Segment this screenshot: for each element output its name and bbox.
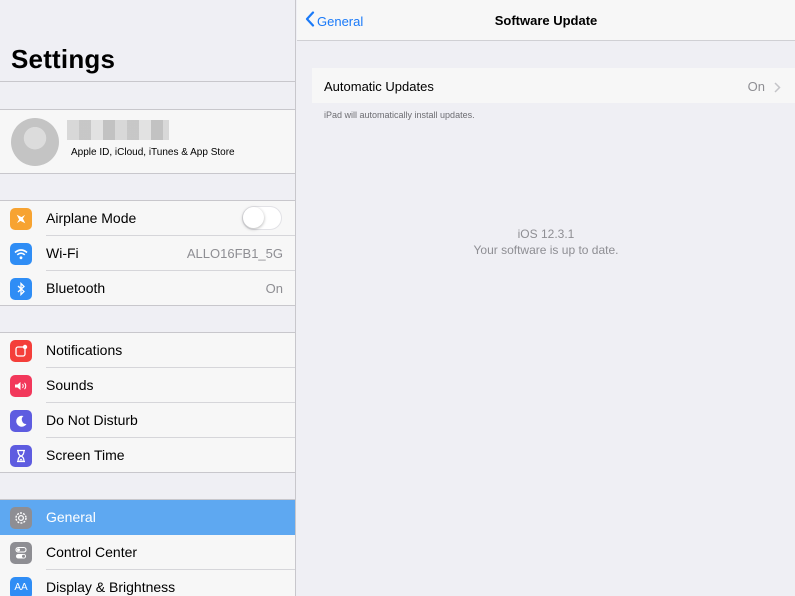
- airplane-icon: [10, 208, 32, 230]
- display-icon: AA: [10, 577, 32, 596]
- bluetooth-icon: [10, 278, 32, 300]
- sidebar-item-label: General: [46, 509, 96, 525]
- airplane-mode-toggle[interactable]: [242, 206, 282, 230]
- notifications-icon: [10, 340, 32, 362]
- connectivity-group: Airplane Mode Wi-Fi ALLO16FB1_5G Bluetoo…: [0, 201, 295, 306]
- automatic-updates-label: Automatic Updates: [324, 79, 434, 94]
- wifi-network-value: ALLO16FB1_5G: [186, 246, 283, 261]
- sidebar-item-label: Screen Time: [46, 447, 125, 463]
- profile-name-redacted: [67, 120, 169, 140]
- apple-id-profile-row[interactable]: Apple ID, iCloud, iTunes & App Store: [0, 110, 295, 173]
- divider: [0, 81, 295, 82]
- page-title: Software Update: [494, 13, 598, 28]
- divider: [0, 305, 295, 306]
- automatic-updates-row[interactable]: Automatic Updates On: [312, 68, 795, 103]
- moon-icon: [10, 410, 32, 432]
- sounds-icon: [10, 375, 32, 397]
- sidebar-title: Settings: [11, 44, 116, 74]
- chevron-right-icon: [774, 80, 781, 98]
- sidebar-item-label: Sounds: [46, 377, 94, 393]
- general-group: General Control Center AA Display & Brig…: [0, 500, 295, 596]
- sidebar-item-label: Notifications: [46, 342, 123, 358]
- bluetooth-value: On: [265, 281, 283, 296]
- profile-subtitle: Apple ID, iCloud, iTunes & App Store: [71, 147, 235, 158]
- sidebar-item-do-not-disturb[interactable]: Do Not Disturb: [0, 403, 295, 438]
- avatar: [11, 118, 59, 166]
- sidebar-item-label: Bluetooth: [46, 280, 106, 296]
- navigation-bar: General Software Update: [297, 0, 795, 41]
- sidebar-item-label: Wi-Fi: [46, 245, 79, 261]
- divider: [0, 472, 295, 473]
- ios-version-text: iOS 12.3.1: [517, 227, 575, 241]
- software-update-pane: General Software Update Automatic Update…: [297, 0, 795, 596]
- toggle-knob: [243, 207, 264, 228]
- toggles-icon: [10, 542, 32, 564]
- settings-sidebar: Settings Apple ID, iCloud, iTunes & App …: [0, 0, 296, 596]
- sidebar-item-display-brightness[interactable]: AA Display & Brightness: [0, 570, 295, 596]
- automatic-updates-footnote: iPad will automatically install updates.: [324, 110, 475, 120]
- notifications-group: Notifications Sounds Do Not Disturb Scre…: [0, 333, 295, 473]
- sidebar-item-airplane-mode[interactable]: Airplane Mode: [0, 201, 295, 236]
- divider: [0, 173, 295, 174]
- hourglass-icon: [10, 445, 32, 467]
- gear-icon: [10, 507, 32, 529]
- sidebar-item-label: Airplane Mode: [46, 210, 137, 226]
- sidebar-item-notifications[interactable]: Notifications: [0, 333, 295, 368]
- sidebar-item-label: Control Center: [46, 544, 138, 560]
- sidebar-item-general[interactable]: General: [0, 500, 295, 535]
- sidebar-item-screen-time[interactable]: Screen Time: [0, 438, 295, 473]
- automatic-updates-value: On: [747, 79, 765, 94]
- sidebar-item-label: Display & Brightness: [46, 579, 176, 595]
- sidebar-item-control-center[interactable]: Control Center: [0, 535, 295, 570]
- wifi-icon: [10, 243, 32, 265]
- sidebar-item-label: Do Not Disturb: [46, 412, 138, 428]
- sidebar-item-wifi[interactable]: Wi-Fi ALLO16FB1_5G: [0, 236, 295, 271]
- sidebar-item-bluetooth[interactable]: Bluetooth On: [0, 271, 295, 306]
- up-to-date-message: Your software is up to date.: [473, 243, 619, 257]
- sidebar-item-sounds[interactable]: Sounds: [0, 368, 295, 403]
